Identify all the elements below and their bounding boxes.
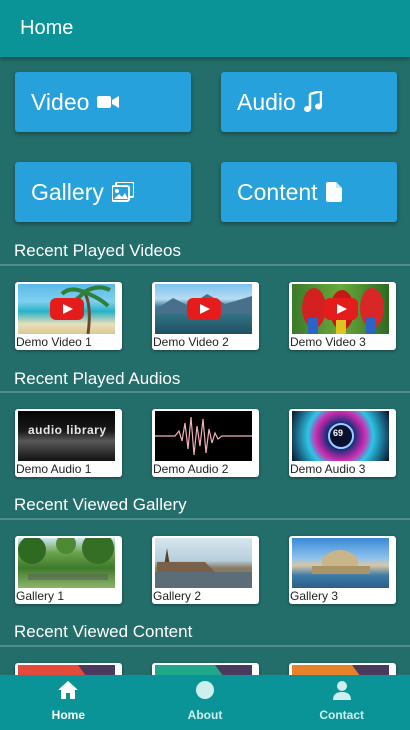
video-thumbnail [292,284,389,334]
video-title: Demo Video 3 [290,335,366,349]
content-tile-button[interactable]: Content [221,162,397,222]
gallery-card[interactable]: Gallery 1 [15,536,122,604]
gallery-tile-button[interactable]: Gallery [15,162,191,222]
nav-label-about: About [187,708,223,722]
gallery-thumbnail [292,538,389,588]
gallery-title: Gallery 2 [153,589,202,603]
video-title: Demo Video 1 [16,335,92,349]
section-divider [0,518,410,520]
audio-card[interactable]: audio library Demo Audio 1 [15,409,122,477]
video-tile-button[interactable]: Video [15,72,191,132]
content-card[interactable] [152,663,259,675]
circle-icon [195,680,215,703]
person-icon [332,680,352,703]
audio-thumbnail: 69 [292,411,389,461]
content-thumbnail [18,665,115,675]
video-card[interactable]: Demo Video 3 [289,282,396,350]
audio-card[interactable]: 69 Demo Audio 3 [289,409,396,477]
audio-title: Demo Audio 1 [16,462,92,476]
gallery-thumbnail [18,538,115,588]
audio-card[interactable]: Demo Audio 2 [152,409,259,477]
video-card[interactable]: Demo Video 2 [152,282,259,350]
content-tile-label: Content [237,178,318,205]
document-icon [325,182,342,202]
gallery-thumbnail [155,538,252,588]
home-icon [57,680,79,703]
audio-tile-button[interactable]: Audio [221,72,397,132]
audio-tile-label: Audio [237,88,296,115]
play-icon [323,298,358,320]
gallery-card[interactable]: Gallery 3 [289,536,396,604]
audio-library-text: audio library [28,423,107,437]
audio-thumbnail: audio library [18,411,115,461]
section-title-gallery: Recent Viewed Gallery [14,495,187,514]
gallery-title: Gallery 3 [290,589,339,603]
content-thumbnail [155,665,252,675]
section-divider [0,264,410,266]
video-title: Demo Video 2 [153,335,229,349]
audio-title: Demo Audio 2 [153,462,229,476]
nav-label-contact: Contact [319,708,365,722]
content-card[interactable] [289,663,396,675]
play-icon [186,298,221,320]
app-header: Home [0,0,410,57]
gallery-card[interactable]: Gallery 2 [152,536,259,604]
gallery-tile-label: Gallery [31,178,104,205]
video-camera-icon [97,94,120,110]
nav-label-home: Home [51,708,85,722]
audio-thumbnail [155,411,252,461]
nav-item-home[interactable]: Home [0,675,137,730]
image-icon [111,182,134,202]
content-card[interactable] [15,663,122,675]
video-thumbnail [18,284,115,334]
section-divider [0,391,410,393]
video-tile-label: Video [31,88,90,115]
page-title: Home [20,17,74,39]
gallery-title: Gallery 1 [16,589,65,603]
home-content[interactable]: Video Audio Gallery Content Recent Playe… [0,57,410,675]
section-title-audios: Recent Played Audios [14,369,181,388]
play-icon [49,298,84,320]
section-title-content: Recent Viewed Content [14,622,193,641]
video-card[interactable]: Demo Video 1 [15,282,122,350]
video-thumbnail [155,284,252,334]
content-thumbnail [292,665,389,675]
audio-level-text: 69 [333,428,344,438]
nav-item-contact[interactable]: Contact [273,675,410,730]
audio-title: Demo Audio 3 [290,462,366,476]
section-title-videos: Recent Played Videos [14,241,181,260]
bottom-navigation: Home About Contact [0,675,410,730]
music-note-icon [303,91,322,113]
nav-item-about[interactable]: About [137,675,274,730]
section-divider [0,645,410,647]
